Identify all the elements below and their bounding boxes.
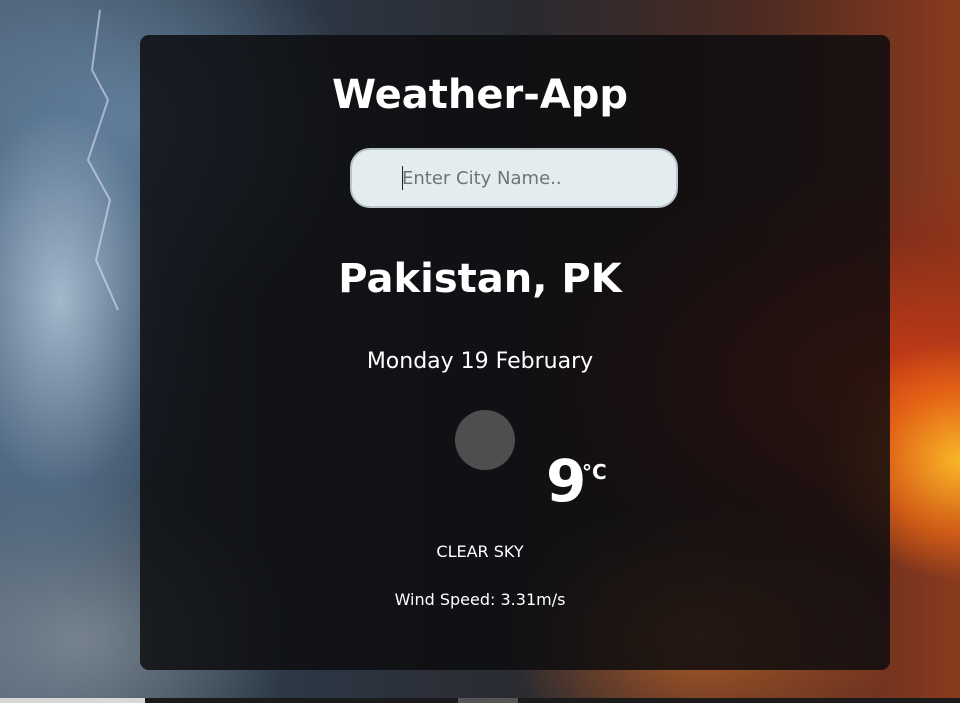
current-date: Monday 19 February: [366, 349, 594, 374]
temperature-value: 9: [546, 447, 587, 515]
city-name: Pakistan, PK: [338, 256, 622, 302]
app-title: Weather-App: [331, 72, 629, 118]
bottom-strip-mid-segment: [458, 698, 518, 703]
text-caret: [402, 166, 403, 190]
weather-icon: [455, 410, 515, 470]
bottom-strip: [0, 698, 960, 703]
weather-condition: CLEAR SKY: [436, 542, 524, 561]
wind-speed: Wind Speed: 3.31m/s: [394, 590, 566, 609]
temperature-unit: °C: [582, 460, 607, 484]
bottom-strip-light-segment: [0, 698, 145, 703]
city-search-input[interactable]: [350, 148, 678, 208]
